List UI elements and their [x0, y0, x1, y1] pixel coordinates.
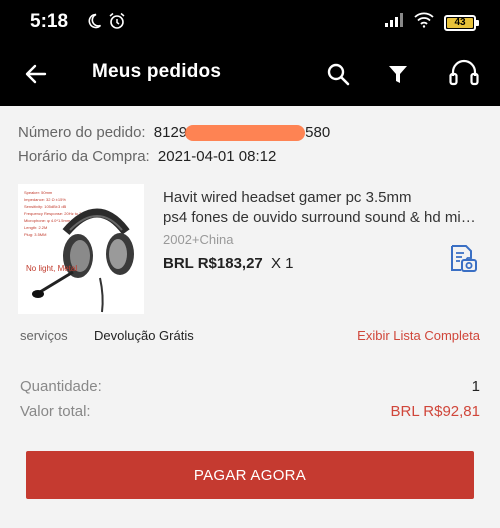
product-image-caption: No light, Metal: [26, 264, 78, 273]
order-number-value: 8129 580: [153, 124, 331, 142]
support-button[interactable]: [446, 56, 482, 92]
purchase-time-label: Horário da Compra:: [18, 148, 150, 165]
status-icons-right: 43: [384, 12, 479, 33]
order-number-row: Número do pedido: 8129 580: [18, 124, 331, 142]
order-number-prefix: 8129: [153, 124, 188, 141]
product-title[interactable]: Havit wired headset gamer pc 3.5mm ps4 f…: [163, 188, 483, 228]
arrow-left-icon: [25, 64, 47, 84]
purchase-time-value: 2021-04-01 08:12: [157, 148, 277, 165]
search-icon: [327, 63, 350, 86]
total-row: Valor total: BRL R$92,81: [0, 403, 500, 425]
product-title-line1: Havit wired headset gamer pc 3.5mm: [163, 189, 412, 206]
product-price: BRL R$183,27: [163, 255, 263, 272]
invoice-camera-icon: [451, 245, 477, 272]
signal-icon: [384, 12, 404, 33]
battery-level: 43: [447, 17, 473, 28]
alarm-icon: [108, 12, 126, 35]
product-image[interactable]: Speaker: 50mm Impedance: 32 Ω ±15% Sensiti…: [18, 184, 144, 314]
view-full-list-link[interactable]: Exibir Lista Completa: [357, 328, 480, 343]
app-bar: Meus pedidos: [0, 42, 500, 106]
status-time: 5:18: [30, 11, 69, 32]
product-quantity: X 1: [270, 255, 294, 272]
purchase-time-row: Horário da Compra: 2021-04-01 08:12: [18, 148, 276, 165]
total-value: BRL R$92,81: [390, 403, 480, 420]
order-number-suffix: 580: [305, 124, 331, 141]
page-title: Meus pedidos: [92, 61, 222, 82]
services-value: Devolução Grátis: [94, 328, 194, 343]
filter-icon: [389, 66, 407, 83]
quantity-label: Quantidade:: [20, 378, 102, 395]
back-button[interactable]: [20, 58, 52, 90]
pay-now-button[interactable]: PAGAR AGORA: [26, 451, 474, 499]
invoice-button[interactable]: [446, 242, 480, 276]
quantity-row: Quantidade: 1: [0, 378, 500, 400]
product-variant: 2002+China: [163, 232, 234, 247]
order-detail: Número do pedido: 8129 580 Horário da Com…: [0, 106, 500, 528]
services-label: serviços: [20, 328, 68, 343]
total-label: Valor total:: [20, 403, 91, 420]
order-number-label: Número do pedido:: [18, 124, 146, 141]
product-price-row: BRL R$183,27 X 1: [163, 255, 293, 272]
battery-icon: 43: [444, 14, 479, 31]
filter-button[interactable]: [382, 58, 414, 90]
redaction-mark: [185, 125, 306, 142]
wifi-icon: [414, 12, 434, 33]
services-row: serviços Devolução Grátis Exibir Lista C…: [0, 326, 500, 350]
search-button[interactable]: [322, 58, 354, 90]
status-icons-left: [86, 12, 126, 35]
status-bar: 5:18 43: [0, 0, 500, 42]
headset-support-icon: [449, 59, 479, 86]
headset-picture: [32, 208, 134, 313]
quantity-value: 1: [471, 378, 480, 395]
moon-icon: [86, 13, 102, 34]
product-title-line2: ps4 fones de ouvido surround sound & hd …: [163, 209, 476, 226]
